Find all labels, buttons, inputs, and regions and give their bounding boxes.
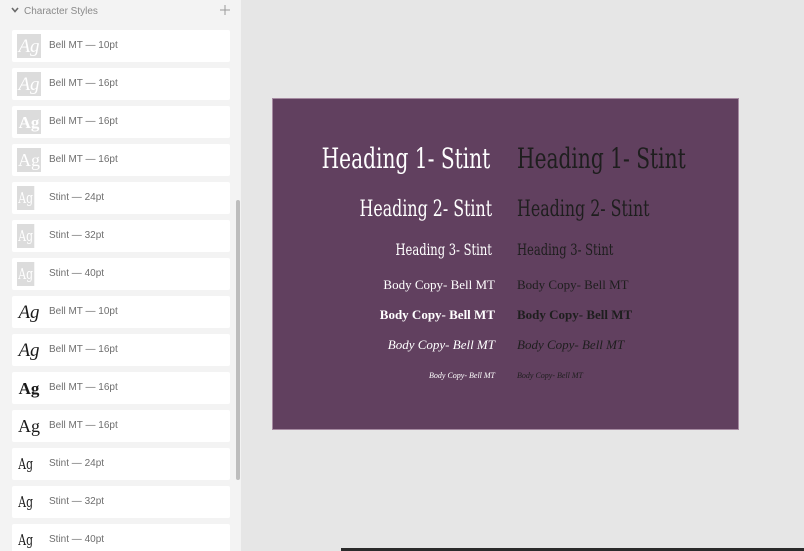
heading-2-light[interactable]: Heading 2- Stint [359, 199, 492, 221]
style-thumbnail: Ag [17, 110, 41, 134]
style-label: Stint — 40pt [49, 268, 105, 279]
style-label: Stint — 32pt [49, 496, 105, 507]
style-label: Stint — 32pt [49, 230, 105, 241]
body-copy-bold-light[interactable]: Body Copy- Bell MT [380, 308, 495, 321]
section-header[interactable]: Character Styles [0, 0, 241, 24]
style-label: Bell MT — 16pt [49, 116, 118, 127]
list-item[interactable]: Ag Stint — 24pt [12, 448, 230, 480]
style-label: Stint — 40pt [49, 534, 105, 545]
style-label: Bell MT — 16pt [49, 382, 118, 393]
plus-icon[interactable] [218, 3, 232, 17]
style-thumbnail: Ag [18, 530, 33, 549]
heading-1-dark[interactable]: Heading 1- Stint [517, 145, 686, 173]
section-title: Character Styles [24, 6, 98, 17]
style-thumbnail: Ag [17, 186, 35, 210]
style-thumbnail: Ag [17, 224, 35, 248]
heading-2-dark[interactable]: Heading 2- Stint [517, 199, 650, 221]
list-item[interactable]: Ag Bell MT — 16pt [12, 144, 230, 176]
style-thumbnail: Ag [17, 148, 41, 172]
character-styles-panel: Character Styles Ag Bell MT — 10pt Ag Be… [0, 0, 241, 551]
style-thumbnail: Ag [18, 454, 33, 473]
style-thumbnail: Ag [18, 378, 40, 398]
list-item[interactable]: Ag Stint — 32pt [12, 486, 230, 518]
body-copy-italic-light[interactable]: Body Copy- Bell MT [388, 338, 495, 351]
style-label: Bell MT — 10pt [49, 306, 118, 317]
body-copy-small-dark[interactable]: Body Copy- Bell MT [517, 372, 583, 380]
heading-3-light[interactable]: Heading 3- Stint [396, 242, 492, 258]
style-label: Stint — 24pt [49, 458, 105, 469]
body-copy-italic-dark[interactable]: Body Copy- Bell MT [517, 338, 624, 351]
list-item[interactable]: Ag Bell MT — 16pt [12, 410, 230, 442]
style-thumbnail: Ag [18, 339, 40, 361]
style-thumbnail: Ag [17, 262, 35, 286]
style-list: Ag Bell MT — 10pt Ag Bell MT — 16pt Ag B… [12, 30, 230, 551]
list-item[interactable]: Ag Bell MT — 16pt [12, 334, 230, 366]
scrollbar[interactable] [236, 200, 240, 480]
list-item[interactable]: Ag Stint — 24pt [12, 182, 230, 214]
body-copy-dark[interactable]: Body Copy- Bell MT [517, 278, 629, 291]
list-item[interactable]: Ag Bell MT — 10pt [12, 30, 230, 62]
style-thumbnail: Ag [17, 72, 41, 96]
style-thumbnail: Ag [17, 34, 41, 58]
artboard[interactable]: Heading 1- Stint Heading 2- Stint Headin… [272, 98, 739, 430]
list-item[interactable]: Ag Stint — 40pt [12, 258, 230, 290]
list-item[interactable]: Ag Bell MT — 16pt [12, 372, 230, 404]
style-label: Bell MT — 16pt [49, 344, 118, 355]
style-label: Bell MT — 16pt [49, 420, 118, 431]
list-item[interactable]: Ag Bell MT — 16pt [12, 106, 230, 138]
style-thumbnail: Ag [18, 492, 33, 511]
style-label: Bell MT — 16pt [49, 154, 118, 165]
body-copy-small-light[interactable]: Body Copy- Bell MT [429, 372, 495, 380]
heading-3-dark[interactable]: Heading 3- Stint [517, 242, 613, 258]
style-thumbnail: Ag [18, 416, 40, 436]
list-item[interactable]: Ag Bell MT — 10pt [12, 296, 230, 328]
style-label: Bell MT — 16pt [49, 78, 118, 89]
style-thumbnail: Ag [18, 301, 40, 323]
body-copy-bold-dark[interactable]: Body Copy- Bell MT [517, 308, 632, 321]
chevron-down-icon[interactable] [10, 5, 20, 15]
list-item[interactable]: Ag Stint — 32pt [12, 220, 230, 252]
style-label: Bell MT — 10pt [49, 40, 118, 51]
style-label: Stint — 24pt [49, 192, 105, 203]
body-copy-light[interactable]: Body Copy- Bell MT [383, 278, 495, 291]
list-item[interactable]: Ag Bell MT — 16pt [12, 68, 230, 100]
heading-1-light[interactable]: Heading 1- Stint [321, 145, 490, 173]
list-item[interactable]: Ag Stint — 40pt [12, 524, 230, 551]
